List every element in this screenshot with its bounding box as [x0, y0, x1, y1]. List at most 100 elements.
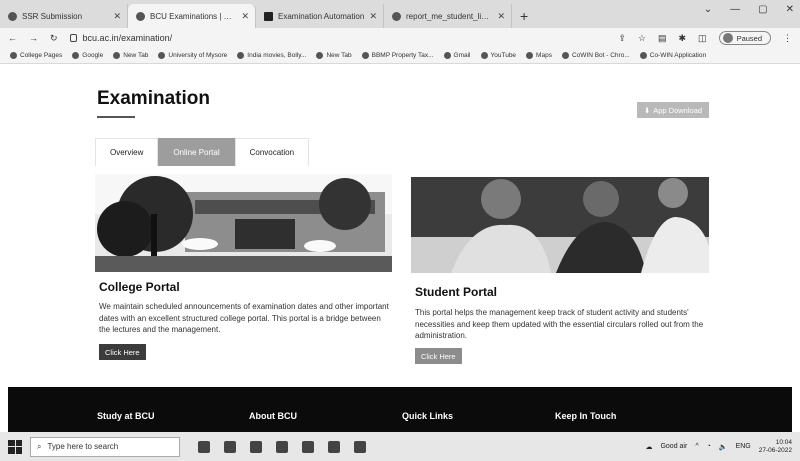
- footer-quick-links[interactable]: Quick Links: [402, 411, 453, 421]
- globe-icon: [361, 52, 369, 59]
- taskbar-search-input[interactable]: ⌕ Type here to search: [30, 436, 180, 457]
- star-icon[interactable]: ☆: [638, 33, 646, 44]
- bookmark-item[interactable]: Google: [72, 52, 103, 59]
- college-portal-heading: College Portal: [99, 280, 180, 294]
- student-portal-heading: Student Portal: [415, 285, 498, 299]
- file-explorer-icon[interactable]: [250, 440, 262, 453]
- tab-title: report_me_student_list.pdf: [406, 11, 493, 21]
- profile-label: Paused: [736, 33, 762, 43]
- university-icon: [158, 52, 166, 59]
- bookmark-item[interactable]: India movies, Bolly...: [237, 52, 306, 59]
- sidebar-icon[interactable]: ◫: [698, 33, 707, 44]
- chevron-down-icon[interactable]: ⌄: [704, 4, 712, 15]
- extensions-icon[interactable]: ✱: [679, 33, 687, 44]
- url-text: bcu.ac.in/examination/: [82, 33, 173, 43]
- close-icon[interactable]: ✕: [369, 11, 377, 22]
- youtube-icon: [480, 52, 488, 59]
- volume-icon[interactable]: 🔈: [719, 443, 728, 451]
- word-icon[interactable]: [354, 440, 366, 453]
- browser-tab-strip: SSR Submission ✕ BCU Examinations | Beng…: [0, 0, 800, 28]
- bookmark-item[interactable]: BBMP Property Tax...: [361, 52, 434, 59]
- clock-time: 10:04: [775, 438, 792, 446]
- college-campus-image: [95, 174, 392, 272]
- footer-keep-in-touch[interactable]: Keep In Touch: [555, 411, 616, 421]
- mail-icon[interactable]: [276, 440, 288, 453]
- bcu-favicon: [136, 11, 145, 21]
- page-tabs: Overview Online Portal Convocation: [95, 138, 310, 166]
- bookmark-item[interactable]: Co-WIN Application: [639, 52, 706, 59]
- weather-icon: ☁: [645, 443, 653, 451]
- language-indicator[interactable]: ENG: [736, 443, 751, 450]
- tab-online-portal[interactable]: Online Portal: [158, 138, 235, 166]
- bookmark-item[interactable]: New Tab: [316, 52, 352, 59]
- clock[interactable]: 10:04 27-06-2022: [759, 439, 792, 455]
- browser-tab-active[interactable]: BCU Examinations | Bengaluru C ✕: [128, 4, 256, 28]
- student-portal-button[interactable]: Click Here: [415, 348, 462, 364]
- weather-text[interactable]: Good air: [660, 443, 687, 450]
- bookmark-item[interactable]: New Tab: [113, 52, 148, 59]
- reload-icon[interactable]: ↻: [50, 33, 58, 44]
- download-icon: ⬇: [643, 105, 651, 115]
- lock-icon: [69, 34, 77, 42]
- bookmark-item[interactable]: YouTube: [480, 52, 516, 59]
- document-icon: [264, 11, 273, 21]
- tab-title: BCU Examinations | Bengaluru C: [150, 11, 236, 21]
- app-download-button[interactable]: ⬇ App Download: [637, 102, 709, 118]
- bookmark-item[interactable]: CoWIN Bot - Chro...: [561, 52, 630, 59]
- college-portal-button[interactable]: Click Here: [99, 344, 146, 360]
- share-icon[interactable]: ⇪: [618, 33, 626, 44]
- taskbar-apps: [198, 440, 366, 453]
- browser-tab[interactable]: report_me_student_list.pdf ✕: [384, 4, 512, 28]
- college-portal-card: College Portal We maintain scheduled ann…: [95, 174, 392, 364]
- forward-icon[interactable]: →: [29, 33, 38, 43]
- student-portal-card: Student Portal This portal helps the man…: [411, 177, 709, 367]
- students-image: [411, 177, 709, 273]
- pdf-icon[interactable]: ▤: [658, 33, 667, 44]
- system-tray: ☁ Good air ^ ◔ 🔈 ENG 10:04 27-06-2022: [645, 439, 792, 455]
- edge-icon[interactable]: [224, 440, 236, 453]
- windows-taskbar: ⌕ Type here to search ☁ Good air ^ ◔ 🔈 E…: [0, 432, 800, 461]
- bookmark-item[interactable]: Maps: [526, 52, 552, 59]
- bookmark-item[interactable]: University of Mysore: [158, 52, 227, 59]
- tab-title: Examination Automation: [278, 11, 365, 21]
- site-footer: Study at BCU About BCU Quick Links Keep …: [8, 387, 792, 432]
- tab-overview[interactable]: Overview: [95, 138, 159, 166]
- tab-title: SSR Submission: [22, 11, 83, 21]
- search-placeholder: Type here to search: [47, 442, 119, 451]
- title-underline: [97, 116, 135, 118]
- close-window-icon[interactable]: ✕: [786, 4, 794, 15]
- office-icon[interactable]: [302, 440, 314, 453]
- bookmarks-bar: College Pages Google New Tab University …: [0, 48, 800, 64]
- tab-convocation[interactable]: Convocation: [234, 138, 310, 166]
- back-icon[interactable]: ←: [8, 33, 17, 43]
- windows-start-icon[interactable]: [8, 439, 22, 454]
- footer-about-bcu[interactable]: About BCU: [249, 411, 297, 421]
- gmail-icon: [443, 52, 451, 59]
- menu-icon[interactable]: ⋮: [783, 33, 792, 44]
- maps-icon: [526, 52, 534, 59]
- close-icon[interactable]: ✕: [497, 11, 505, 22]
- minimize-icon[interactable]: —: [730, 4, 740, 15]
- footer-study-at-bcu[interactable]: Study at BCU: [97, 411, 155, 421]
- app-download-label: App Download: [653, 105, 703, 115]
- new-tab-button[interactable]: +: [520, 4, 528, 28]
- close-icon[interactable]: ✕: [113, 11, 121, 22]
- network-icon[interactable]: ◔: [707, 443, 711, 450]
- movie-icon: [237, 52, 245, 59]
- bookmark-item[interactable]: College Pages: [10, 52, 62, 59]
- close-icon[interactable]: ✕: [241, 11, 249, 22]
- browser-tab[interactable]: SSR Submission ✕: [0, 4, 128, 28]
- bookmark-item[interactable]: Gmail: [443, 52, 471, 59]
- window-controls: ⌄ — ▢ ✕: [704, 4, 794, 15]
- maximize-icon[interactable]: ▢: [758, 4, 767, 15]
- globe-icon: [639, 52, 647, 59]
- profile-button[interactable]: Paused: [718, 31, 771, 45]
- chevron-up-icon[interactable]: ^: [695, 443, 698, 450]
- task-view-icon[interactable]: [198, 440, 210, 453]
- chrome-icon[interactable]: [328, 440, 340, 453]
- google-icon: [72, 52, 80, 59]
- browser-tab[interactable]: Examination Automation ✕: [256, 4, 384, 28]
- avatar: [722, 33, 733, 43]
- toolbar-icons: ⇪ ☆ ▤ ✱ ◫ Paused ⋮: [618, 31, 792, 45]
- url-field[interactable]: bcu.ac.in/examination/: [69, 33, 607, 43]
